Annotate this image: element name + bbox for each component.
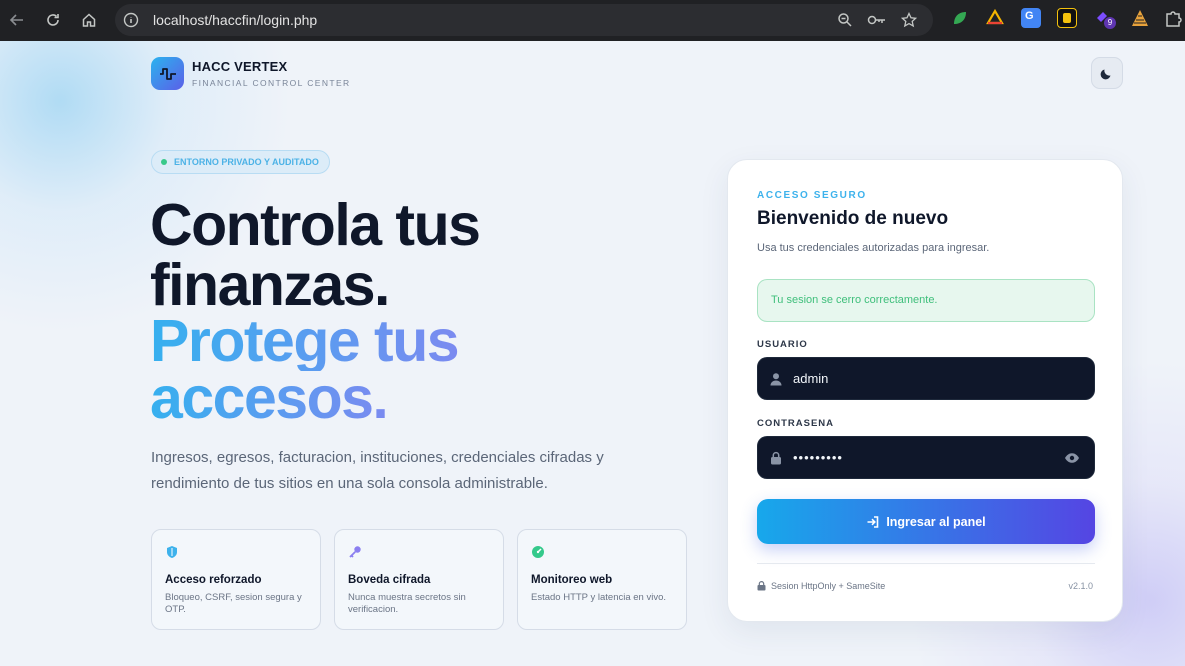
feature-text: Estado HTTP y latencia en vivo. [531,592,666,603]
feature-title: Monitoreo web [531,574,613,586]
key-icon [349,546,361,558]
status-dot [161,159,167,165]
username-input[interactable] [793,358,1053,399]
extension-pyramid-icon[interactable] [1130,8,1150,28]
show-password-eye-icon[interactable] [1063,450,1081,466]
extension-translate-icon[interactable]: G [1021,8,1041,28]
feature-title: Boveda cifrada [348,574,431,586]
shield-icon [167,546,177,558]
brand-logo[interactable] [151,57,184,90]
reload-icon[interactable] [41,8,65,32]
login-card: ACCESO SEGURO Bienvenido de nuevo Usa tu… [727,159,1123,622]
login-eyebrow: ACCESO SEGURO [757,190,867,201]
security-note-text: Sesion HttpOnly + SameSite [771,581,886,591]
lock-icon [757,581,766,591]
hero-description: Ingresos, egresos, facturacion, instituc… [151,449,604,492]
site-info-icon[interactable] [121,10,141,30]
extensions-puzzle-icon[interactable] [1163,8,1183,28]
security-note: Sesion HttpOnly + SameSite [757,581,885,591]
app-version: v2.1.0 [1068,581,1093,591]
gauge-icon [532,546,544,558]
environment-badge: ENTORNO PRIVADO Y AUDITADO [151,150,330,174]
logout-success-alert: Tu sesion se cerro correctamente. [757,279,1095,322]
user-icon [768,371,784,387]
url-text[interactable]: localhost/haccfin/login.php [153,12,317,28]
address-bar[interactable]: localhost/haccfin/login.php [115,4,933,36]
feature-card: Monitoreo web Estado HTTP y latencia en … [517,529,687,630]
lock-icon [768,450,784,466]
login-title: Bienvenido de nuevo [757,208,949,229]
back-icon[interactable] [5,8,29,32]
password-key-icon[interactable] [867,10,887,30]
feature-card: Acceso reforzado Bloqueo, CSRF, sesion s… [151,529,321,630]
extension-drive-icon[interactable] [985,8,1005,28]
environment-badge-label: ENTORNO PRIVADO Y AUDITADO [174,157,319,167]
feature-title: Acceso reforzado [165,574,262,586]
extension-purple-icon[interactable]: 9 [1094,8,1116,29]
extension-leaf-icon[interactable] [950,8,970,28]
username-label: USUARIO [757,339,808,350]
pulse-icon [159,67,176,80]
theme-toggle-button[interactable] [1091,57,1123,89]
login-submit-label: Ingresar al panel [886,514,986,529]
brand-name: HACC VERTEX [192,59,288,74]
hero-line-4: accesos. [150,365,389,431]
hero-line-3: Protege tus [150,308,460,374]
brand-tagline: FINANCIAL CONTROL CENTER [192,78,351,88]
feature-text: Bloqueo, CSRF, sesion segura y OTP. [165,592,302,615]
password-label: CONTRASENA [757,418,835,429]
login-page: HACC VERTEX FINANCIAL CONTROL CENTER ENT… [0,41,1185,666]
login-subtitle: Usa tus credenciales autorizadas para in… [757,242,990,254]
feature-text: Nunca muestra secretos sin verificacion. [348,592,466,615]
extension-yellow-icon[interactable] [1057,8,1077,28]
card-divider [757,563,1095,564]
sign-in-icon [867,515,879,528]
zoom-icon[interactable] [835,10,855,30]
login-submit-button[interactable]: Ingresar al panel [757,499,1095,544]
password-field[interactable] [757,436,1095,479]
browser-toolbar: localhost/haccfin/login.php G 9 [0,0,1185,41]
feature-card: Boveda cifrada Nunca muestra secretos si… [334,529,504,630]
extension-badge: 9 [1104,17,1116,29]
home-icon[interactable] [77,8,101,32]
hero-line-2: finanzas. [150,252,390,318]
username-field[interactable] [757,357,1095,400]
moon-icon [1100,69,1111,80]
hero-line-1: Controla tus [150,192,481,258]
password-input[interactable] [793,437,1053,478]
bookmark-star-icon[interactable] [899,10,919,30]
